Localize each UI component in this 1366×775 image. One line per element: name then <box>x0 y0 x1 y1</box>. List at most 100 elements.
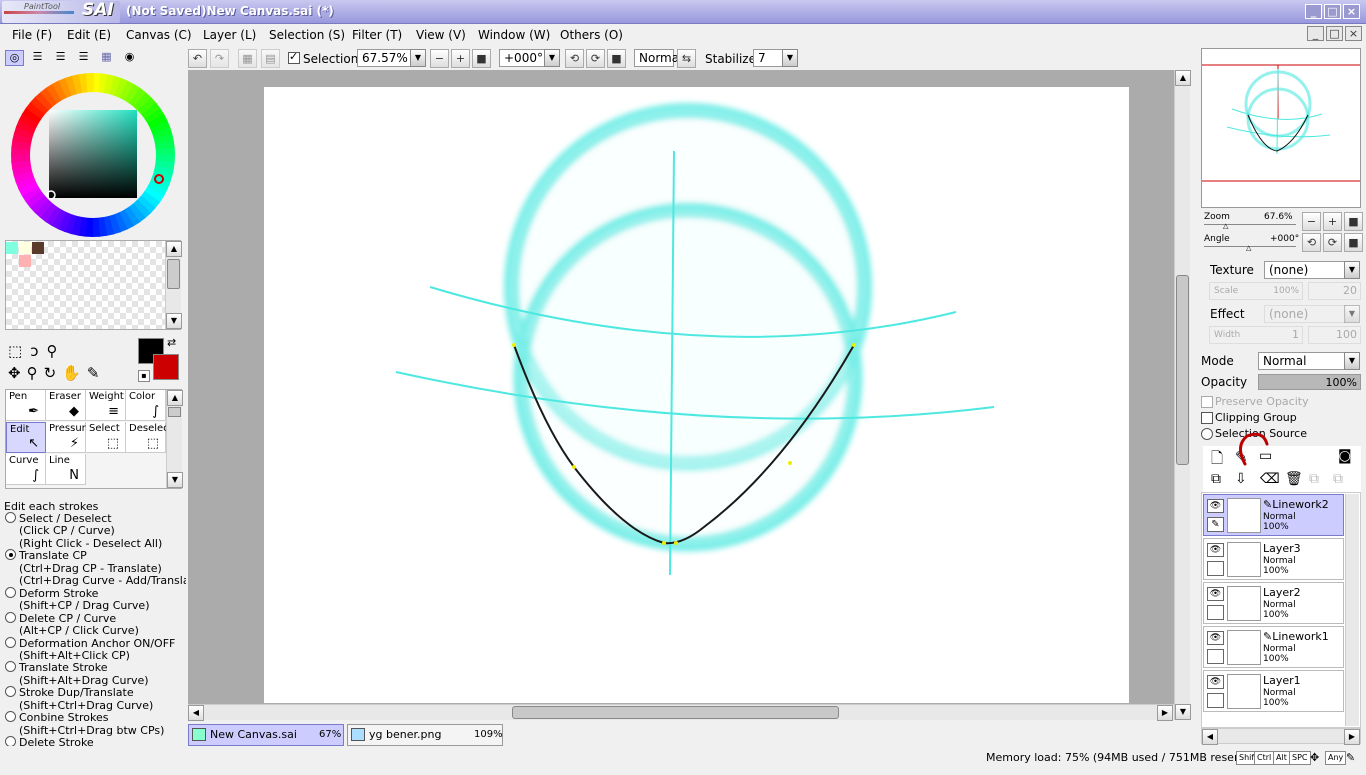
radio-button[interactable] <box>5 686 16 698</box>
scratchpad-tab-icon[interactable]: ☰ <box>74 50 93 66</box>
delete-layer-icon[interactable]: 🗑 <box>1285 471 1303 487</box>
navigator-preview[interactable] <box>1201 48 1361 208</box>
vscroll-thumb[interactable] <box>1176 275 1189 465</box>
menu-layer[interactable]: Layer (L) <box>203 28 256 42</box>
swatch-scrollbar[interactable]: ▲ ▼ <box>165 241 182 329</box>
texture-field[interactable]: (none) <box>1264 261 1346 279</box>
zoom-in-button[interactable]: + <box>451 49 470 68</box>
tool-deselect[interactable]: Deselect ⬚ <box>126 422 173 453</box>
scroll-left-icon[interactable]: ◀ <box>1202 729 1218 745</box>
layer-row-layer2[interactable]: 👁 Layer2 Normal 100% <box>1203 582 1344 624</box>
maximize-button[interactable]: □ <box>1324 4 1341 19</box>
control-point[interactable] <box>572 465 576 469</box>
zoom-field[interactable]: 67.57% <box>357 49 413 67</box>
tool-scrollbar[interactable]: ▲ ▼ <box>166 390 183 488</box>
scroll-thumb[interactable] <box>167 259 180 289</box>
close-button[interactable]: × <box>1343 4 1360 19</box>
swatch-4[interactable] <box>19 255 31 267</box>
hscroll-thumb[interactable] <box>512 706 839 719</box>
help-option[interactable]: Translate CP <box>5 549 87 562</box>
rotate-icon[interactable]: ↻ <box>44 364 63 382</box>
visibility-eye-icon[interactable]: 👁 <box>1207 675 1224 689</box>
invert-selection-button[interactable]: ▤ <box>261 49 280 68</box>
move-icon[interactable]: ✥ <box>8 364 27 382</box>
scroll-up-icon[interactable]: ▲ <box>167 390 183 406</box>
doc-close-button[interactable]: × <box>1345 26 1362 41</box>
visibility-eye-icon[interactable]: 👁 <box>1207 543 1224 557</box>
tool-line[interactable]: Line N <box>46 454 86 485</box>
layer-list-scrollbar[interactable] <box>1345 494 1359 726</box>
angle-dropdown[interactable]: ▼ <box>544 49 560 67</box>
nav-zoom-out-button[interactable]: − <box>1302 212 1321 231</box>
tool-weight[interactable]: Weight ≡ <box>86 390 126 421</box>
new-layer-icon[interactable]: 🗋 <box>1211 448 1223 473</box>
control-point[interactable] <box>512 343 516 347</box>
swatch-tab-icon[interactable]: ▦ <box>97 50 116 66</box>
nav-zoom-reset-button[interactable]: ■ <box>1344 212 1363 231</box>
nav-rotate-left-button[interactable]: ⟲ <box>1302 233 1321 252</box>
scroll-up-icon[interactable]: ▲ <box>166 241 182 257</box>
tool-select[interactable]: Select ⬚ <box>86 422 126 453</box>
nav-rotate-right-button[interactable]: ⟳ <box>1323 233 1342 252</box>
nav-zoom-in-button[interactable]: + <box>1323 212 1342 231</box>
doc-minimize-button[interactable]: _ <box>1307 26 1324 41</box>
scroll-right-icon[interactable]: ▶ <box>1344 729 1360 745</box>
menu-window[interactable]: Window (W) <box>478 28 550 42</box>
hsv-slider-tab-icon[interactable]: ☰ <box>51 50 70 66</box>
zoom-reset-button[interactable]: ■ <box>472 49 491 68</box>
scroll-right-icon[interactable]: ▶ <box>1157 705 1173 721</box>
minimize-button[interactable]: _ <box>1305 4 1322 19</box>
opacity-slider[interactable]: 100% <box>1258 374 1361 390</box>
layer-lock-toggle[interactable] <box>1207 605 1224 620</box>
radio-button[interactable] <box>5 661 16 673</box>
canvas-drawing[interactable] <box>264 87 1129 703</box>
scroll-thumb[interactable] <box>168 407 181 417</box>
layer-mask-icon[interactable]: ◙ <box>1338 448 1352 464</box>
canvas-hscroll[interactable]: ◀ ▶ <box>188 704 1174 721</box>
visibility-eye-icon[interactable]: 👁 <box>1207 631 1224 645</box>
zoom-dropdown[interactable]: ▼ <box>410 49 426 67</box>
magic-wand-icon[interactable]: ⚲ <box>46 342 65 360</box>
flip-button[interactable]: ⇆ <box>677 49 696 68</box>
texture-dropdown[interactable]: ▼ <box>1344 261 1360 279</box>
visibility-eye-icon[interactable]: 👁 <box>1207 587 1224 601</box>
rgb-slider-tab-icon[interactable]: ☰ <box>28 50 47 66</box>
scroll-up-icon[interactable]: ▲ <box>1175 70 1191 86</box>
rect-select-icon[interactable]: ⬚ <box>8 342 30 360</box>
help-option[interactable]: Delete Stroke <box>5 736 94 746</box>
control-point[interactable] <box>788 461 792 465</box>
menu-canvas[interactable]: Canvas (C) <box>126 28 192 42</box>
deselect-button[interactable]: ▦ <box>238 49 257 68</box>
selection-checkbox[interactable]: ✓ <box>288 50 300 64</box>
slider-handle-icon[interactable]: △ <box>1223 222 1228 230</box>
scroll-down-icon[interactable]: ▼ <box>166 313 182 329</box>
tab-yg-bener[interactable]: yg bener.png 109% <box>347 724 503 746</box>
swatch-1[interactable] <box>6 242 18 254</box>
control-point[interactable] <box>674 541 678 545</box>
layer-lock-toggle[interactable] <box>1207 561 1224 576</box>
menu-edit[interactable]: Edit (E) <box>67 28 111 42</box>
layer-row-layer3[interactable]: 👁 Layer3 Normal 100% <box>1203 538 1344 580</box>
help-option[interactable]: Select / Deselect <box>5 512 112 525</box>
copy-layer-icon[interactable]: ⧉ <box>1211 471 1221 487</box>
lasso-icon[interactable]: ↄ <box>30 342 46 360</box>
tool-curve[interactable]: Curve ∫ <box>6 454 46 485</box>
menu-selection[interactable]: Selection (S) <box>269 28 345 42</box>
color-wheel-tab-icon[interactable]: ◎ <box>5 50 24 66</box>
doc-restore-button[interactable]: □ <box>1326 26 1343 41</box>
tool-pen[interactable]: Pen ✒ <box>6 390 46 421</box>
mixer-tab-icon[interactable]: ◉ <box>120 50 139 66</box>
reset-colors-icon[interactable]: ▪ <box>138 370 150 382</box>
scroll-left-icon[interactable]: ◀ <box>188 705 204 721</box>
swatch-3[interactable] <box>32 242 44 254</box>
rotate-reset-button[interactable]: ■ <box>607 49 626 68</box>
nav-rotate-reset-button[interactable]: ■ <box>1344 233 1363 252</box>
preserve-opacity-checkbox[interactable] <box>1201 396 1213 408</box>
color-wheel-svg[interactable] <box>10 73 176 237</box>
radio-button[interactable] <box>5 512 16 523</box>
layer-lock-toggle[interactable] <box>1207 693 1224 708</box>
menu-others[interactable]: Others (O) <box>560 28 623 42</box>
layer-mode-field[interactable]: Normal <box>1258 352 1346 370</box>
control-point[interactable] <box>662 541 666 545</box>
eyedropper-icon[interactable]: ✎ <box>87 364 106 382</box>
